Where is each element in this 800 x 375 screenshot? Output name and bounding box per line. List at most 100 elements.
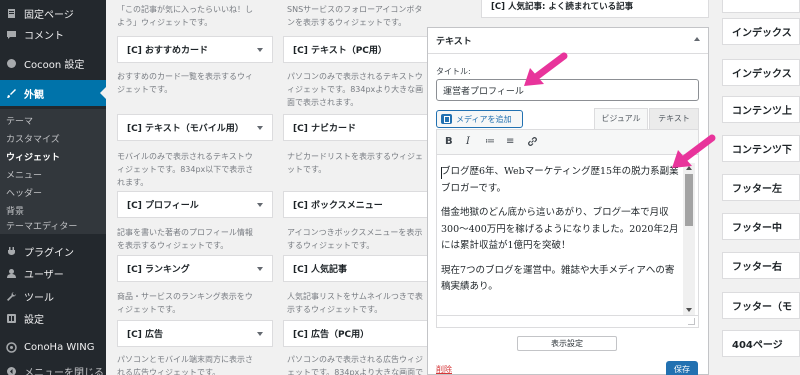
scroll-thumb[interactable] (685, 174, 693, 226)
submenu-header[interactable]: ヘッダー (6, 186, 42, 199)
user-icon (5, 267, 17, 279)
widget-area-footer-mobile[interactable]: フッター（モ (722, 292, 800, 319)
sidebar-item-appearance[interactable]: 外観 (0, 80, 106, 106)
widget-area-footer-right[interactable]: フッター右 (722, 252, 800, 279)
widget-area-index-bottom[interactable]: インデックス (722, 59, 800, 86)
widget-description: 商品・サービスのランキング表示をウ ィジェットです。 (117, 292, 253, 314)
sidebar-item-label: Cocoon 設定 (24, 59, 85, 71)
widget-description: モバイルのみで表示されるテキストウ ィジェットです。834px以下で表示さ れま… (117, 152, 254, 187)
widget-description: 「この記事が気に入ったらいいね！し よう」ウィジェットです。 (117, 5, 253, 27)
widget-description: SNSサービスのフォローアイコンボタ ンを表示するウィジェットです。 (287, 5, 423, 27)
editor-scrollbar[interactable] (683, 163, 695, 315)
dropdown-caret-icon[interactable] (257, 126, 263, 130)
widget-card-text-pc[interactable]: [C] テキスト（PC用） (283, 36, 429, 63)
sidebar-item-label: プラグイン (24, 247, 74, 259)
widget-title: [C] 広告（PC用） (293, 330, 370, 340)
display-settings-button[interactable]: 表示設定 (517, 336, 617, 351)
widget-card-profile[interactable]: [C] プロフィール (117, 191, 273, 218)
widget-card-navi[interactable]: [C] ナビカード (283, 114, 429, 141)
widget-card-popular[interactable]: [C] 人気記事 (283, 255, 429, 282)
widget-area-index-top[interactable]: インデックス (722, 18, 800, 45)
submenu-widgets[interactable]: ウィジェット (6, 150, 60, 163)
panel-title: テキスト (436, 37, 472, 47)
numbered-list-button[interactable]: ≡ (506, 136, 514, 147)
link-button[interactable] (527, 136, 538, 150)
submenu-menus[interactable]: メニュー (6, 168, 42, 181)
scroll-down-icon[interactable] (686, 308, 692, 312)
widget-title: [C] 人気記事: よく読まれている記事 (491, 2, 634, 12)
widget-card-text-mobile[interactable]: [C] テキスト（モバイル用） (117, 114, 273, 141)
widget-description: おすすめのカード一覧を表示するウィ ジェットです。 (117, 72, 253, 94)
media-icon (441, 114, 452, 124)
widget-title: [C] 広告 (127, 330, 163, 340)
plugin-icon (5, 245, 17, 257)
widget-card-popular-top[interactable]: [C] 人気記事: よく読まれている記事 (481, 0, 709, 18)
widget-area-content-top[interactable]: コンテンツ上 (722, 96, 800, 123)
sidebar-item-label: コメント (24, 30, 64, 42)
widget-description: パソコンとモバイル端末両方に表示さ れる広告ウィジェットです。 (117, 355, 253, 375)
widget-title: [C] ボックスメニュー (293, 201, 383, 211)
resize-handle-icon[interactable] (688, 318, 695, 325)
submenu-theme[interactable]: テーマ (6, 114, 33, 127)
widget-card-ranking[interactable]: [C] ランキング (117, 255, 273, 282)
dropdown-caret-icon[interactable] (257, 332, 263, 336)
widget-description: パソコンのみで表示される広告ウィジ ェットです。834pxより大きな画面で (287, 355, 424, 375)
widget-areas: インデックス インデックス コンテンツ上 コンテンツ下 フッター左 フッター中 … (722, 0, 800, 375)
widget-area-footer-left[interactable]: フッター左 (722, 174, 800, 201)
widget-description: アイコンつきボックスメニューを表示 するウィジェットです。 (287, 228, 423, 250)
italic-button[interactable]: I (466, 136, 470, 147)
widget-title: [C] 人気記事 (293, 265, 347, 275)
widget-area-404[interactable]: 404ページ (722, 330, 800, 357)
add-media-label: メディアを追加 (456, 114, 512, 124)
editor-content[interactable]: ブログ歴6年、Webマーケティング歴15年の脱力系副業ブロガーです。 借金地獄の… (441, 164, 681, 311)
editor-statusbar (437, 315, 698, 327)
widget-area-content-bottom[interactable]: コンテンツ下 (722, 135, 800, 162)
widget-title: [C] テキスト（モバイル用） (127, 124, 244, 134)
appearance-submenu: テーマ カスタマイズ ウィジェット メニュー ヘッダー 背景 テーマエディター (0, 109, 106, 234)
widget-area[interactable] (722, 0, 800, 13)
collapse-caret-icon[interactable] (694, 37, 700, 41)
bold-button[interactable]: B (445, 136, 453, 147)
widget-area-footer-center[interactable]: フッター中 (722, 213, 800, 240)
widget-title: [C] ランキング (127, 265, 190, 275)
widget-description: 人気記事リストをサムネイルつきで表 示するウィジェットです。 (287, 292, 423, 314)
widget-card-ad[interactable]: [C] 広告 (117, 320, 273, 347)
text-cursor (441, 167, 442, 179)
submenu-theme-editor[interactable]: テーマエディター (6, 219, 77, 232)
widget-description: 記事を書いた著者のプロフィール情報 を表示するウィジェットです。 (117, 228, 253, 250)
sidebar-item-label: 設定 (24, 314, 44, 326)
admin-sidebar: 固定ページ コメント Cocoon 設定 外観 テーマ カスタマイズ ウィジェッ… (0, 0, 106, 375)
brush-icon (5, 87, 17, 99)
widget-title: [C] ナビカード (293, 124, 356, 134)
dropdown-caret-icon[interactable] (257, 203, 263, 207)
sidebar-item-conoha[interactable]: ConoHa WING (0, 334, 106, 360)
dropdown-caret-icon[interactable] (257, 267, 263, 271)
tab-text[interactable]: テキスト (649, 108, 699, 129)
sidebar-item-label: ConoHa WING (24, 341, 95, 353)
widget-card-box-menu[interactable]: [C] ボックスメニュー (283, 191, 429, 218)
widget-title: [C] プロフィール (127, 201, 199, 211)
pin-icon (5, 7, 17, 19)
bullet-list-button[interactable]: ≔ (485, 136, 495, 147)
tab-visual[interactable]: ビジュアル (594, 108, 648, 129)
submenu-customize[interactable]: カスタマイズ (6, 132, 60, 145)
rich-text-editor[interactable]: B I ≔ ≡ ブログ歴6年、Webマーケティング歴15年の脱力系副業ブロガーで… (436, 129, 699, 328)
sidebar-item-label: 固定ページ (24, 9, 74, 21)
sidebar-item-cocoon[interactable]: Cocoon 設定 (0, 50, 106, 76)
widget-card-ad-pc[interactable]: [C] 広告（PC用） (283, 320, 429, 347)
delete-link[interactable]: 削除 (436, 364, 452, 375)
add-media-button[interactable]: メディアを追加 (436, 110, 523, 128)
sidebar-item-settings[interactable]: 設定 (0, 305, 106, 331)
save-button[interactable]: 保存 (666, 361, 698, 375)
widget-title: [C] テキスト（PC用） (293, 46, 387, 56)
sidebar-item-comments[interactable]: コメント (0, 21, 106, 47)
sidebar-item-label: メニューを閉じる (24, 367, 104, 375)
widget-card-recommend[interactable]: [C] おすすめカード (117, 36, 273, 63)
sidebar-collapse-menu[interactable]: メニューを閉じる (0, 358, 106, 375)
wrench-icon (5, 290, 17, 302)
collapse-icon (5, 365, 17, 375)
editor-toolbar: B I ≔ ≡ (437, 130, 698, 155)
dropdown-caret-icon[interactable] (257, 48, 263, 52)
sidebar-item-label: 外観 (24, 89, 44, 101)
submenu-background[interactable]: 背景 (6, 204, 24, 217)
